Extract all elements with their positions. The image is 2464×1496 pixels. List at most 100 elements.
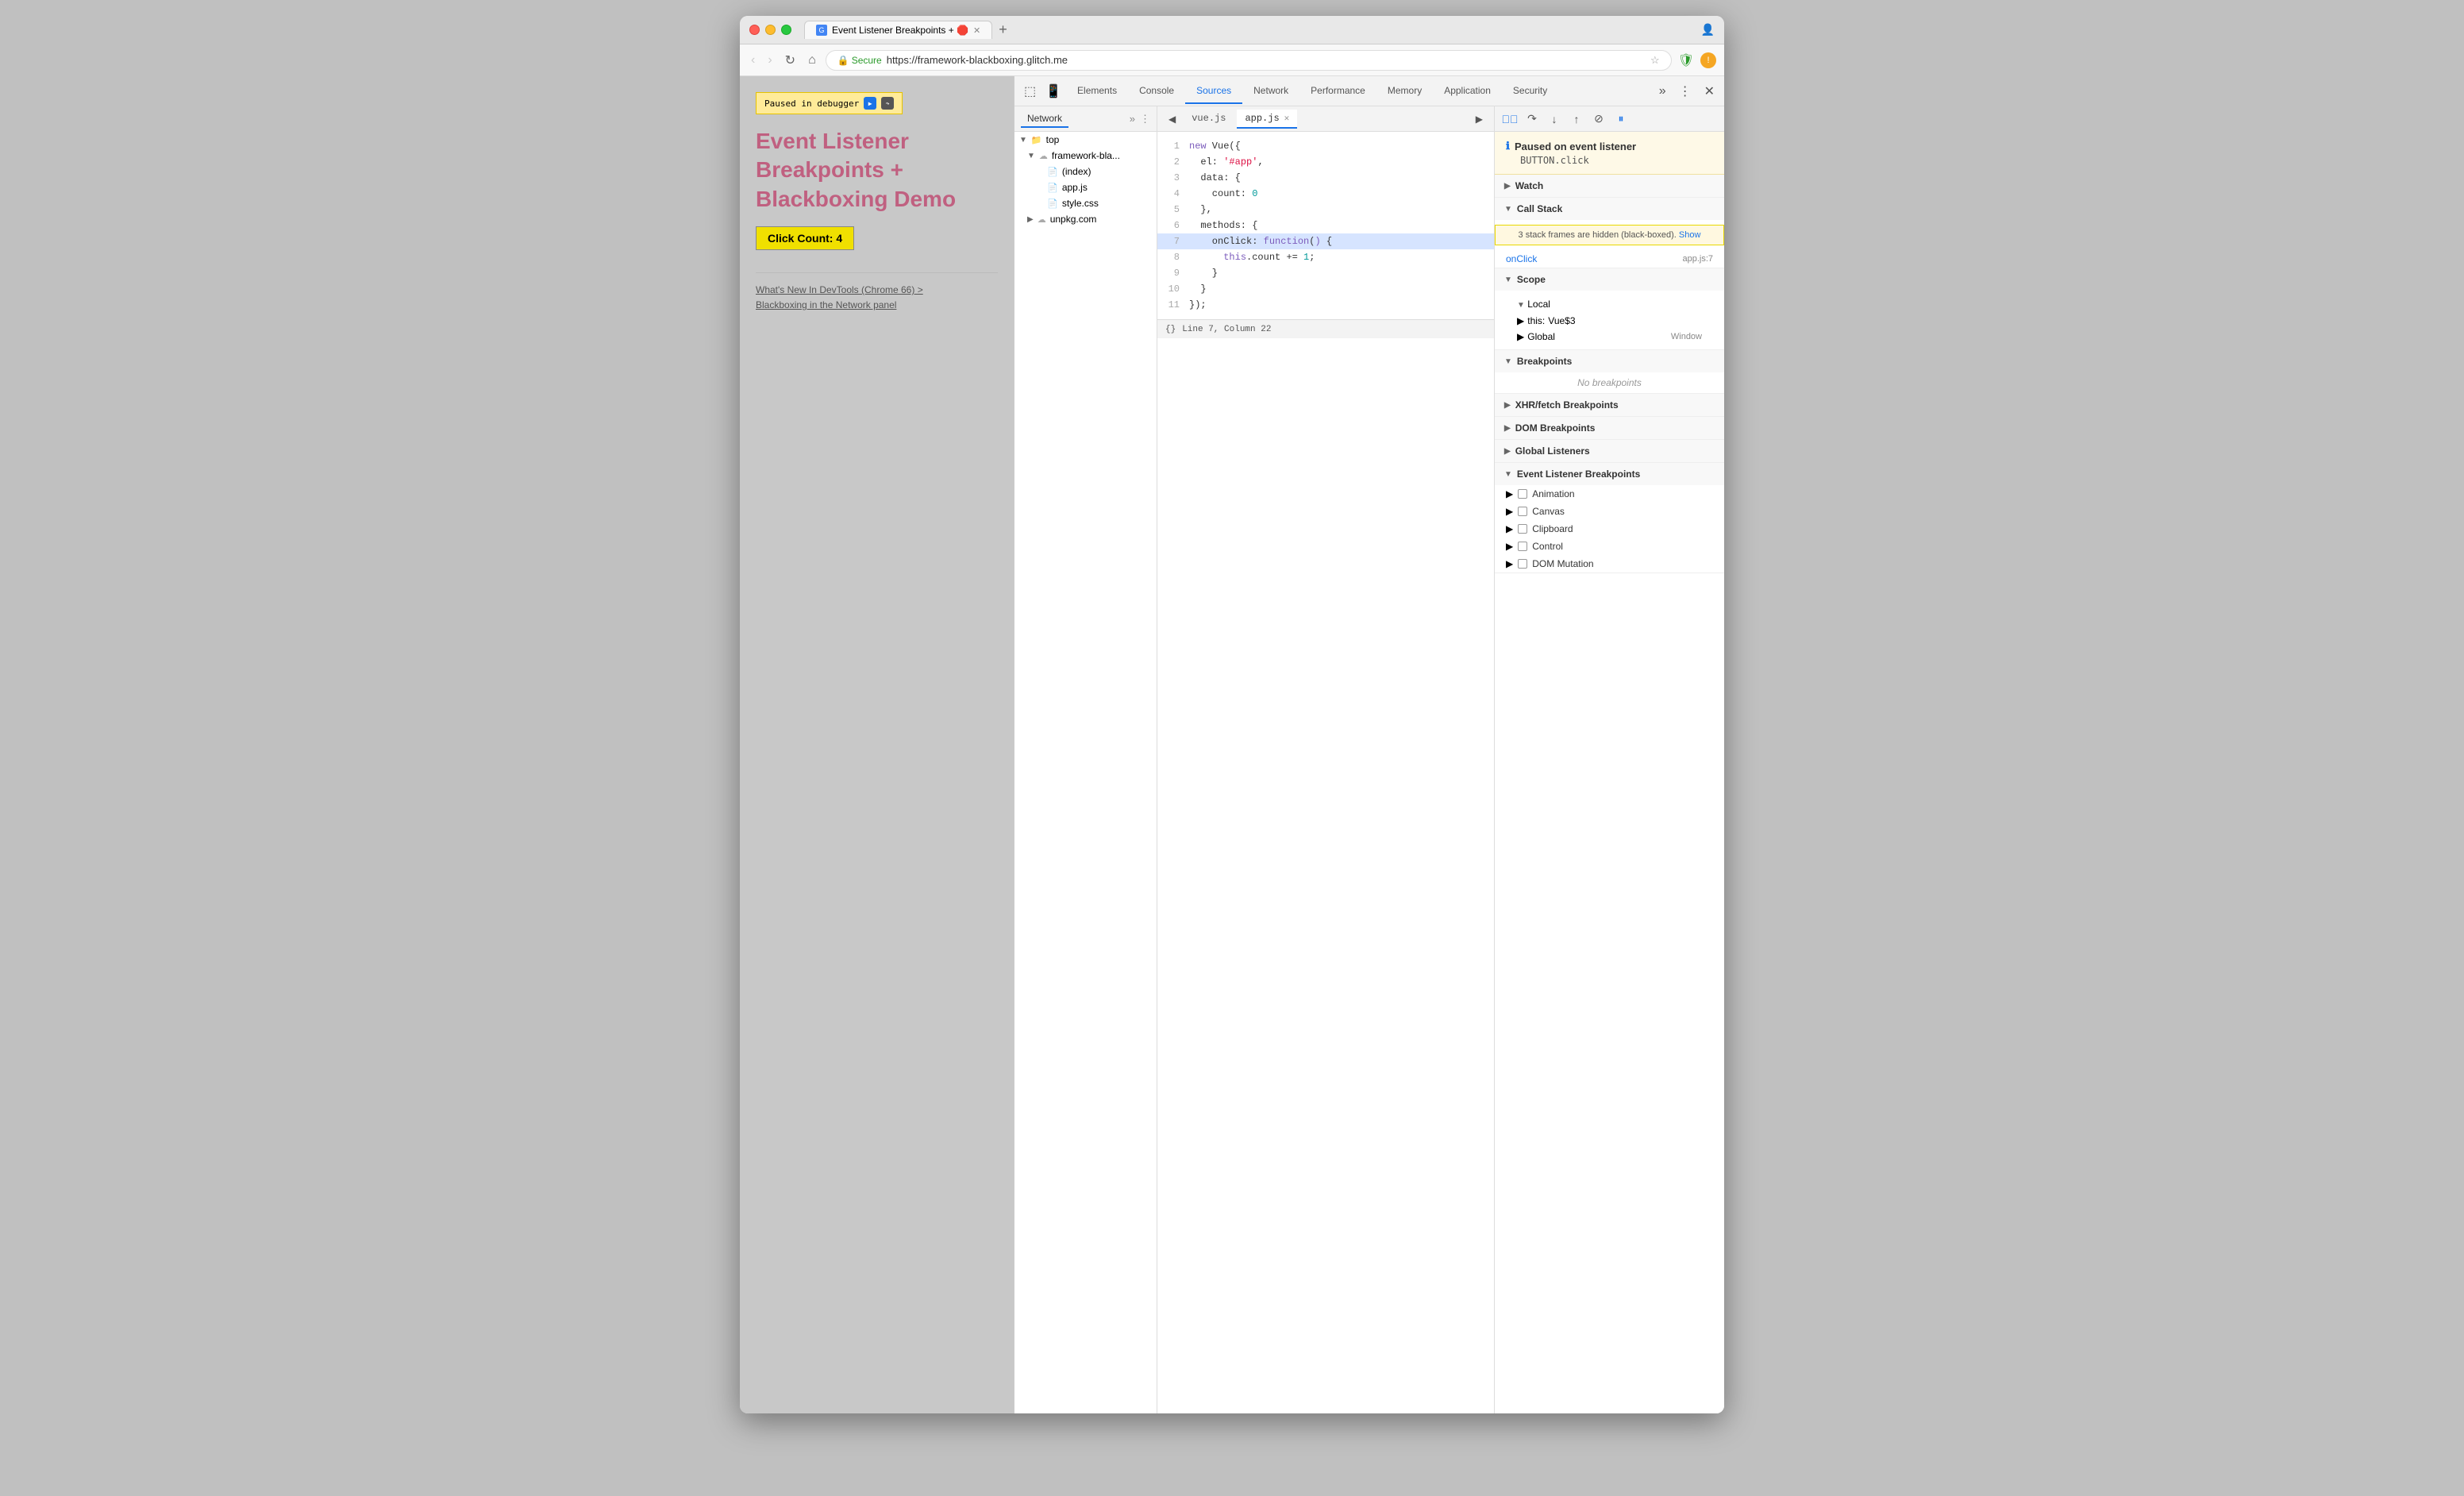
call-stack-header[interactable]: ▼ Call Stack xyxy=(1495,198,1724,220)
tab-network[interactable]: Network xyxy=(1242,79,1299,104)
devtools-device-icon[interactable]: 📱 xyxy=(1041,80,1066,102)
tab-application[interactable]: Application xyxy=(1433,79,1502,104)
global-listeners-header[interactable]: ▶ Global Listeners xyxy=(1495,440,1724,462)
run-snippet-button[interactable]: ▶ xyxy=(1471,110,1488,128)
tab-security[interactable]: Security xyxy=(1502,79,1558,104)
tree-item-framework[interactable]: ▼ ☁ framework-bla... xyxy=(1014,148,1157,164)
cloud-icon: ☁ xyxy=(1038,214,1046,225)
this-scope-item[interactable]: ▶ this: Vue$3 xyxy=(1506,313,1713,329)
dom-breakpoints-header[interactable]: ▶ DOM Breakpoints xyxy=(1495,417,1724,439)
bp-item-animation[interactable]: ▶ Animation xyxy=(1495,485,1724,503)
tab-performance[interactable]: Performance xyxy=(1299,79,1376,104)
devtools-menu-button[interactable]: ⋮ xyxy=(1674,80,1696,102)
debug-toolbar: ▶⃝ ↷ ↓ ↑ ⊘ ⏸ xyxy=(1495,106,1724,132)
resume-execution-button[interactable]: ▶⃝ xyxy=(1501,110,1519,128)
code-line-11: 11 }); xyxy=(1157,297,1494,313)
editor-tab-vuejs[interactable]: vue.js xyxy=(1184,110,1234,129)
step-out-button[interactable]: ↑ xyxy=(1568,110,1585,128)
tree-item-index[interactable]: 📄 (index) xyxy=(1014,164,1157,179)
back-button[interactable]: ‹ xyxy=(748,50,758,71)
tree-more-button[interactable]: » xyxy=(1130,113,1135,125)
webpage-preview: Paused in debugger ▶ ↷ Event Listener Br… xyxy=(740,76,1014,1413)
stack-item-onclick[interactable]: onClick app.js:7 xyxy=(1495,250,1724,268)
editor-tabs: ◀ vue.js app.js ✕ ▶ xyxy=(1157,106,1494,132)
xhr-breakpoints-section: ▶ XHR/fetch Breakpoints xyxy=(1495,394,1724,417)
editor-back-button[interactable]: ◀ xyxy=(1164,110,1180,128)
address-bar: ‹ › ↻ ⌂ 🔒 Secure https://framework-black… xyxy=(740,44,1724,76)
expand-arrow-icon: ▶ xyxy=(1506,523,1513,534)
new-tab-button[interactable]: + xyxy=(995,21,1011,38)
code-line-9: 9 } xyxy=(1157,265,1494,281)
bookmark-icon[interactable]: ☆ xyxy=(1650,54,1660,67)
tab-elements[interactable]: Elements xyxy=(1066,79,1128,104)
step-over-button[interactable]: ↷ xyxy=(1523,110,1541,128)
scope-header[interactable]: ▼ Scope xyxy=(1495,268,1724,291)
bp-item-dom-mutation[interactable]: ▶ DOM Mutation xyxy=(1495,555,1724,573)
step-into-button[interactable]: ↓ xyxy=(1546,110,1563,128)
bp-item-control[interactable]: ▶ Control xyxy=(1495,538,1724,555)
tab-favicon: G xyxy=(816,25,827,36)
tree-item-stylecss[interactable]: 📄 style.css xyxy=(1014,195,1157,211)
line-number: 1 xyxy=(1157,138,1189,154)
address-input[interactable]: 🔒 Secure https://framework-blackboxing.g… xyxy=(826,50,1672,71)
browser-tab[interactable]: G Event Listener Breakpoints + 🛑 ✕ xyxy=(804,21,992,39)
breakpoints-header[interactable]: ▼ Breakpoints xyxy=(1495,350,1724,372)
animation-checkbox[interactable] xyxy=(1518,489,1527,499)
editor-toolbar-right: ▶ xyxy=(1471,110,1488,128)
bp-item-canvas[interactable]: ▶ Canvas xyxy=(1495,503,1724,520)
more-tabs-button[interactable]: » xyxy=(1654,81,1671,102)
paused-banner: Paused in debugger ▶ ↷ xyxy=(756,92,903,114)
global-scope-item[interactable]: ▶ Global Window xyxy=(1506,329,1713,345)
expand-arrow-icon: ▶ xyxy=(1506,541,1513,552)
tree-label: framework-bla... xyxy=(1052,150,1120,161)
home-button[interactable]: ⌂ xyxy=(805,50,819,71)
user-avatar: ! xyxy=(1700,52,1716,68)
dom-mutation-checkbox[interactable] xyxy=(1518,559,1527,569)
deactivate-breakpoints-button[interactable]: ⊘ xyxy=(1590,110,1607,128)
spacer xyxy=(1038,199,1043,208)
xhr-breakpoints-header[interactable]: ▶ XHR/fetch Breakpoints xyxy=(1495,394,1724,416)
show-frames-link[interactable]: Show xyxy=(1679,230,1701,240)
close-button[interactable] xyxy=(749,25,760,35)
tree-item-top[interactable]: ▼ 📁 top xyxy=(1014,132,1157,148)
control-checkbox[interactable] xyxy=(1518,542,1527,551)
event-listener-bp-header[interactable]: ▼ Event Listener Breakpoints xyxy=(1495,463,1724,485)
tab-sources[interactable]: Sources xyxy=(1185,79,1242,104)
maximize-button[interactable] xyxy=(781,25,791,35)
tree-item-appjs[interactable]: 📄 app.js xyxy=(1014,179,1157,195)
pause-on-exceptions-button[interactable]: ⏸ xyxy=(1612,110,1630,128)
editor-tab-appjs[interactable]: app.js ✕ xyxy=(1237,110,1297,129)
reload-button[interactable]: ↻ xyxy=(782,49,799,71)
tab-close-icon[interactable]: ✕ xyxy=(973,25,980,36)
code-text: count: 0 xyxy=(1189,186,1257,202)
devtools-link[interactable]: What's New In DevTools (Chrome 66) > xyxy=(756,283,998,298)
step-button[interactable]: ↷ xyxy=(881,97,894,110)
blackboxing-link[interactable]: Blackboxing in the Network panel xyxy=(756,298,998,313)
minimize-button[interactable] xyxy=(765,25,776,35)
bp-item-clipboard[interactable]: ▶ Clipboard xyxy=(1495,520,1724,538)
clipboard-checkbox[interactable] xyxy=(1518,524,1527,534)
tree-menu-button[interactable]: ⋮ xyxy=(1140,113,1150,125)
code-line-2: 2 el: '#app', xyxy=(1157,154,1494,170)
click-counter[interactable]: Click Count: 4 xyxy=(756,226,854,250)
tab-memory[interactable]: Memory xyxy=(1376,79,1433,104)
code-line-7: 7 onClick: function() { xyxy=(1157,233,1494,249)
expand-arrow-icon: ▶ xyxy=(1506,506,1513,517)
watch-header[interactable]: ▶ Watch xyxy=(1495,175,1724,197)
statusbar-position: Line 7, Column 22 xyxy=(1182,325,1271,334)
resume-button[interactable]: ▶ xyxy=(864,97,876,110)
local-scope: ▼ Local xyxy=(1506,295,1713,313)
canvas-checkbox[interactable] xyxy=(1518,507,1527,516)
network-tree-tab[interactable]: Network xyxy=(1021,110,1068,128)
this-value: Vue$3 xyxy=(1548,315,1575,326)
right-content: ℹ Paused on event listener BUTTON.click … xyxy=(1495,132,1724,1413)
forward-button[interactable]: › xyxy=(764,50,775,71)
devtools-inspect-icon[interactable]: ⬚ xyxy=(1019,80,1041,102)
tree-item-unpkg[interactable]: ▶ ☁ unpkg.com xyxy=(1014,211,1157,227)
tree-label: (index) xyxy=(1062,166,1091,177)
devtools-close-button[interactable]: ✕ xyxy=(1700,80,1719,102)
editor-statusbar: {} Line 7, Column 22 xyxy=(1157,319,1494,338)
editor-tab-close-icon[interactable]: ✕ xyxy=(1284,113,1290,124)
title-bar: G Event Listener Breakpoints + 🛑 ✕ + 👤 xyxy=(740,16,1724,44)
tab-console[interactable]: Console xyxy=(1128,79,1185,104)
